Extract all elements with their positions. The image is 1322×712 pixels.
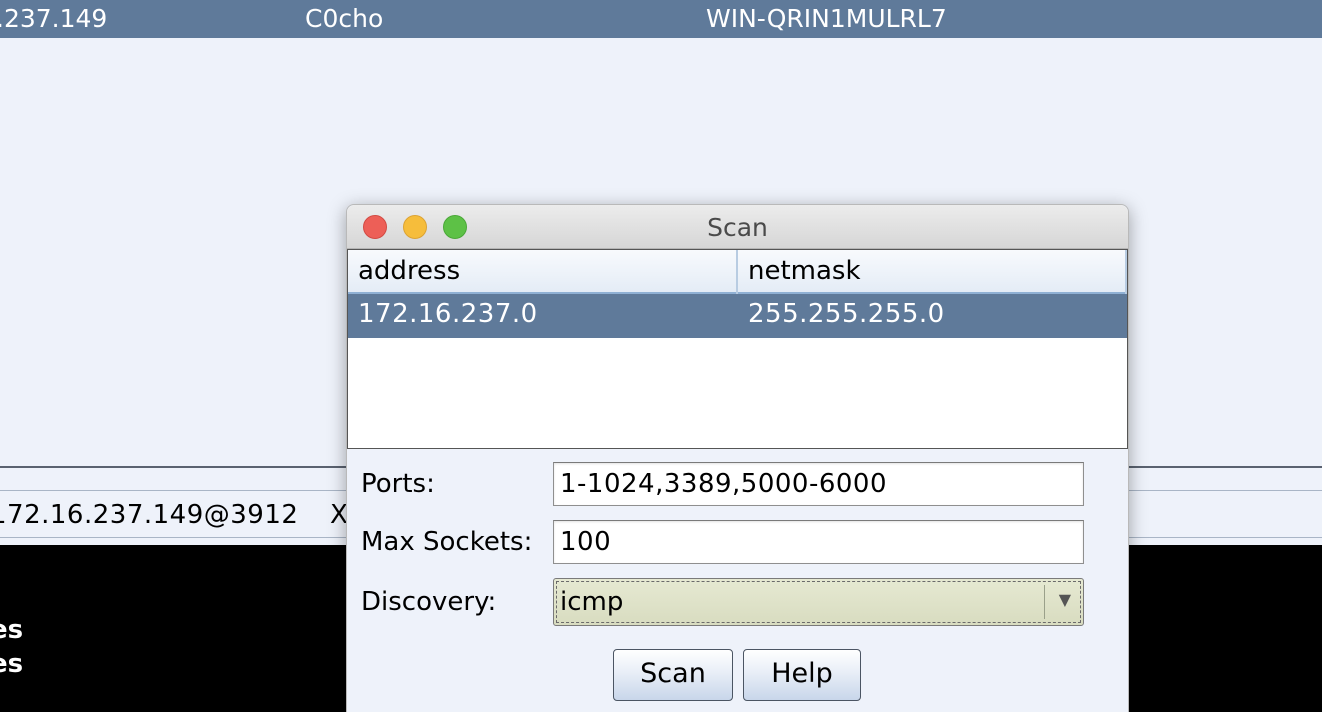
chevron-down-icon[interactable]: ▼ [1059, 590, 1071, 609]
dialog-title: Scan [707, 213, 768, 242]
table-header: address netmask [348, 250, 1127, 294]
session-user: C0cho [305, 4, 384, 33]
column-header-address[interactable]: address [348, 250, 738, 294]
discovery-label: Discovery: [361, 587, 497, 617]
cell-address: 172.16.237.0 [358, 299, 538, 329]
scan-button[interactable]: Scan [613, 649, 733, 701]
table-row[interactable]: 172.16.237.0 255.255.255.0 [348, 294, 1127, 338]
console-line: es [0, 649, 24, 679]
help-button[interactable]: Help [743, 649, 861, 701]
session-row-selected[interactable]: .237.149 C0cho WIN-QRIN1MULRL7 [0, 0, 1322, 38]
ports-field[interactable] [553, 462, 1084, 506]
network-table: address netmask 172.16.237.0 255.255.255… [347, 249, 1128, 449]
select-divider [1044, 585, 1045, 619]
max-sockets-field[interactable] [553, 520, 1084, 564]
discovery-select[interactable]: icmp ▼ [553, 578, 1084, 626]
console-line: es [0, 615, 24, 645]
scan-dialog: Scan address netmask 172.16.237.0 255.25… [346, 204, 1129, 712]
cell-netmask: 255.255.255.0 [748, 299, 945, 329]
console-tab-label[interactable]: 172.16.237.149@3912 [0, 500, 298, 530]
dialog-titlebar[interactable]: Scan [347, 205, 1128, 249]
max-sockets-label: Max Sockets: [361, 527, 533, 557]
column-header-netmask[interactable]: netmask [738, 250, 1127, 294]
discovery-value: icmp [560, 587, 624, 617]
ports-label: Ports: [361, 469, 435, 499]
session-computer: WIN-QRIN1MULRL7 [706, 4, 947, 33]
session-ip: .237.149 [0, 4, 108, 33]
